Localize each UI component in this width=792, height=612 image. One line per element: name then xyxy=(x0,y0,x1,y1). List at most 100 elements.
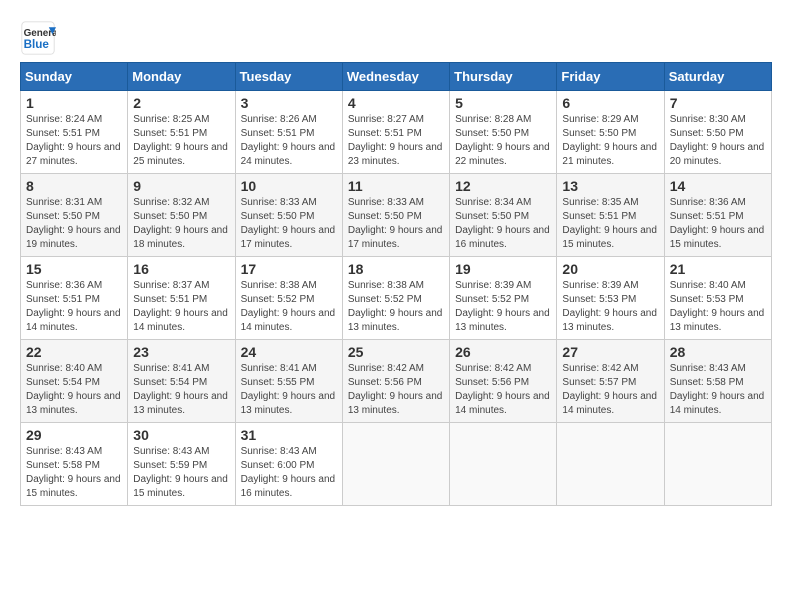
sunset-label: Sunset: 5:50 PM xyxy=(348,211,422,222)
sunset-label: Sunset: 5:55 PM xyxy=(241,377,315,388)
sunset-label: Sunset: 5:50 PM xyxy=(241,211,315,222)
day-info: Sunrise: 8:35 AM Sunset: 5:51 PM Dayligh… xyxy=(562,196,658,252)
sunrise-label: Sunrise: 8:40 AM xyxy=(670,280,746,291)
day-info: Sunrise: 8:38 AM Sunset: 5:52 PM Dayligh… xyxy=(241,279,337,335)
calendar-day-16: 16 Sunrise: 8:37 AM Sunset: 5:51 PM Dayl… xyxy=(128,257,235,340)
daylight-label: Daylight: 9 hours and 13 minutes. xyxy=(670,308,765,333)
day-info: Sunrise: 8:32 AM Sunset: 5:50 PM Dayligh… xyxy=(133,196,229,252)
sunrise-label: Sunrise: 8:29 AM xyxy=(562,114,638,125)
day-info: Sunrise: 8:26 AM Sunset: 5:51 PM Dayligh… xyxy=(241,113,337,169)
header: General Blue xyxy=(20,20,772,56)
sunset-label: Sunset: 5:53 PM xyxy=(562,294,636,305)
daylight-label: Daylight: 9 hours and 15 minutes. xyxy=(562,225,657,250)
calendar-week-3: 15 Sunrise: 8:36 AM Sunset: 5:51 PM Dayl… xyxy=(21,257,772,340)
day-info: Sunrise: 8:39 AM Sunset: 5:53 PM Dayligh… xyxy=(562,279,658,335)
day-info: Sunrise: 8:28 AM Sunset: 5:50 PM Dayligh… xyxy=(455,113,551,169)
day-number: 29 xyxy=(26,427,122,443)
daylight-label: Daylight: 9 hours and 13 minutes. xyxy=(241,391,336,416)
day-info: Sunrise: 8:42 AM Sunset: 5:56 PM Dayligh… xyxy=(348,362,444,418)
weekday-header-wednesday: Wednesday xyxy=(342,63,449,91)
daylight-label: Daylight: 9 hours and 13 minutes. xyxy=(562,308,657,333)
sunrise-label: Sunrise: 8:39 AM xyxy=(455,280,531,291)
sunset-label: Sunset: 5:50 PM xyxy=(455,211,529,222)
sunset-label: Sunset: 5:50 PM xyxy=(26,211,100,222)
sunset-label: Sunset: 5:50 PM xyxy=(562,128,636,139)
day-number: 15 xyxy=(26,261,122,277)
calendar-day-8: 8 Sunrise: 8:31 AM Sunset: 5:50 PM Dayli… xyxy=(21,174,128,257)
daylight-label: Daylight: 9 hours and 21 minutes. xyxy=(562,142,657,167)
sunrise-label: Sunrise: 8:39 AM xyxy=(562,280,638,291)
calendar-day-6: 6 Sunrise: 8:29 AM Sunset: 5:50 PM Dayli… xyxy=(557,91,664,174)
day-info: Sunrise: 8:43 AM Sunset: 5:59 PM Dayligh… xyxy=(133,445,229,501)
empty-cell xyxy=(450,423,557,506)
calendar-container: General Blue SundayMondayTuesdayWednesda… xyxy=(20,20,772,506)
day-number: 13 xyxy=(562,178,658,194)
weekday-header-saturday: Saturday xyxy=(664,63,771,91)
sunrise-label: Sunrise: 8:43 AM xyxy=(241,446,317,457)
sunrise-label: Sunrise: 8:43 AM xyxy=(26,446,102,457)
sunrise-label: Sunrise: 8:31 AM xyxy=(26,197,102,208)
day-number: 9 xyxy=(133,178,229,194)
weekday-header-friday: Friday xyxy=(557,63,664,91)
calendar-day-26: 26 Sunrise: 8:42 AM Sunset: 5:56 PM Dayl… xyxy=(450,340,557,423)
sunrise-label: Sunrise: 8:38 AM xyxy=(241,280,317,291)
calendar-day-22: 22 Sunrise: 8:40 AM Sunset: 5:54 PM Dayl… xyxy=(21,340,128,423)
day-number: 11 xyxy=(348,178,444,194)
day-number: 24 xyxy=(241,344,337,360)
calendar-day-24: 24 Sunrise: 8:41 AM Sunset: 5:55 PM Dayl… xyxy=(235,340,342,423)
day-info: Sunrise: 8:36 AM Sunset: 5:51 PM Dayligh… xyxy=(670,196,766,252)
day-info: Sunrise: 8:42 AM Sunset: 5:56 PM Dayligh… xyxy=(455,362,551,418)
day-number: 22 xyxy=(26,344,122,360)
day-number: 21 xyxy=(670,261,766,277)
weekday-header-row: SundayMondayTuesdayWednesdayThursdayFrid… xyxy=(21,63,772,91)
sunrise-label: Sunrise: 8:41 AM xyxy=(133,363,209,374)
sunrise-label: Sunrise: 8:33 AM xyxy=(241,197,317,208)
calendar-day-23: 23 Sunrise: 8:41 AM Sunset: 5:54 PM Dayl… xyxy=(128,340,235,423)
calendar-day-7: 7 Sunrise: 8:30 AM Sunset: 5:50 PM Dayli… xyxy=(664,91,771,174)
sunrise-label: Sunrise: 8:42 AM xyxy=(455,363,531,374)
svg-text:Blue: Blue xyxy=(24,38,50,51)
sunrise-label: Sunrise: 8:34 AM xyxy=(455,197,531,208)
sunrise-label: Sunrise: 8:37 AM xyxy=(133,280,209,291)
day-info: Sunrise: 8:24 AM Sunset: 5:51 PM Dayligh… xyxy=(26,113,122,169)
daylight-label: Daylight: 9 hours and 14 minutes. xyxy=(562,391,657,416)
sunset-label: Sunset: 6:00 PM xyxy=(241,460,315,471)
daylight-label: Daylight: 9 hours and 14 minutes. xyxy=(670,391,765,416)
calendar-day-14: 14 Sunrise: 8:36 AM Sunset: 5:51 PM Dayl… xyxy=(664,174,771,257)
day-number: 26 xyxy=(455,344,551,360)
calendar-day-1: 1 Sunrise: 8:24 AM Sunset: 5:51 PM Dayli… xyxy=(21,91,128,174)
sunset-label: Sunset: 5:51 PM xyxy=(670,211,744,222)
day-number: 20 xyxy=(562,261,658,277)
day-number: 5 xyxy=(455,95,551,111)
day-number: 17 xyxy=(241,261,337,277)
calendar-week-4: 22 Sunrise: 8:40 AM Sunset: 5:54 PM Dayl… xyxy=(21,340,772,423)
calendar-day-18: 18 Sunrise: 8:38 AM Sunset: 5:52 PM Dayl… xyxy=(342,257,449,340)
day-info: Sunrise: 8:30 AM Sunset: 5:50 PM Dayligh… xyxy=(670,113,766,169)
weekday-header-tuesday: Tuesday xyxy=(235,63,342,91)
day-info: Sunrise: 8:29 AM Sunset: 5:50 PM Dayligh… xyxy=(562,113,658,169)
sunset-label: Sunset: 5:56 PM xyxy=(348,377,422,388)
calendar-week-1: 1 Sunrise: 8:24 AM Sunset: 5:51 PM Dayli… xyxy=(21,91,772,174)
daylight-label: Daylight: 9 hours and 25 minutes. xyxy=(133,142,228,167)
day-number: 2 xyxy=(133,95,229,111)
daylight-label: Daylight: 9 hours and 13 minutes. xyxy=(26,391,121,416)
day-number: 3 xyxy=(241,95,337,111)
day-number: 16 xyxy=(133,261,229,277)
sunrise-label: Sunrise: 8:32 AM xyxy=(133,197,209,208)
day-number: 4 xyxy=(348,95,444,111)
sunrise-label: Sunrise: 8:42 AM xyxy=(562,363,638,374)
sunset-label: Sunset: 5:51 PM xyxy=(348,128,422,139)
weekday-header-sunday: Sunday xyxy=(21,63,128,91)
calendar-day-9: 9 Sunrise: 8:32 AM Sunset: 5:50 PM Dayli… xyxy=(128,174,235,257)
day-info: Sunrise: 8:42 AM Sunset: 5:57 PM Dayligh… xyxy=(562,362,658,418)
sunset-label: Sunset: 5:51 PM xyxy=(241,128,315,139)
sunset-label: Sunset: 5:54 PM xyxy=(133,377,207,388)
day-info: Sunrise: 8:33 AM Sunset: 5:50 PM Dayligh… xyxy=(348,196,444,252)
day-info: Sunrise: 8:33 AM Sunset: 5:50 PM Dayligh… xyxy=(241,196,337,252)
sunset-label: Sunset: 5:53 PM xyxy=(670,294,744,305)
day-info: Sunrise: 8:37 AM Sunset: 5:51 PM Dayligh… xyxy=(133,279,229,335)
sunset-label: Sunset: 5:50 PM xyxy=(455,128,529,139)
calendar-day-15: 15 Sunrise: 8:36 AM Sunset: 5:51 PM Dayl… xyxy=(21,257,128,340)
day-info: Sunrise: 8:43 AM Sunset: 5:58 PM Dayligh… xyxy=(670,362,766,418)
calendar-day-17: 17 Sunrise: 8:38 AM Sunset: 5:52 PM Dayl… xyxy=(235,257,342,340)
